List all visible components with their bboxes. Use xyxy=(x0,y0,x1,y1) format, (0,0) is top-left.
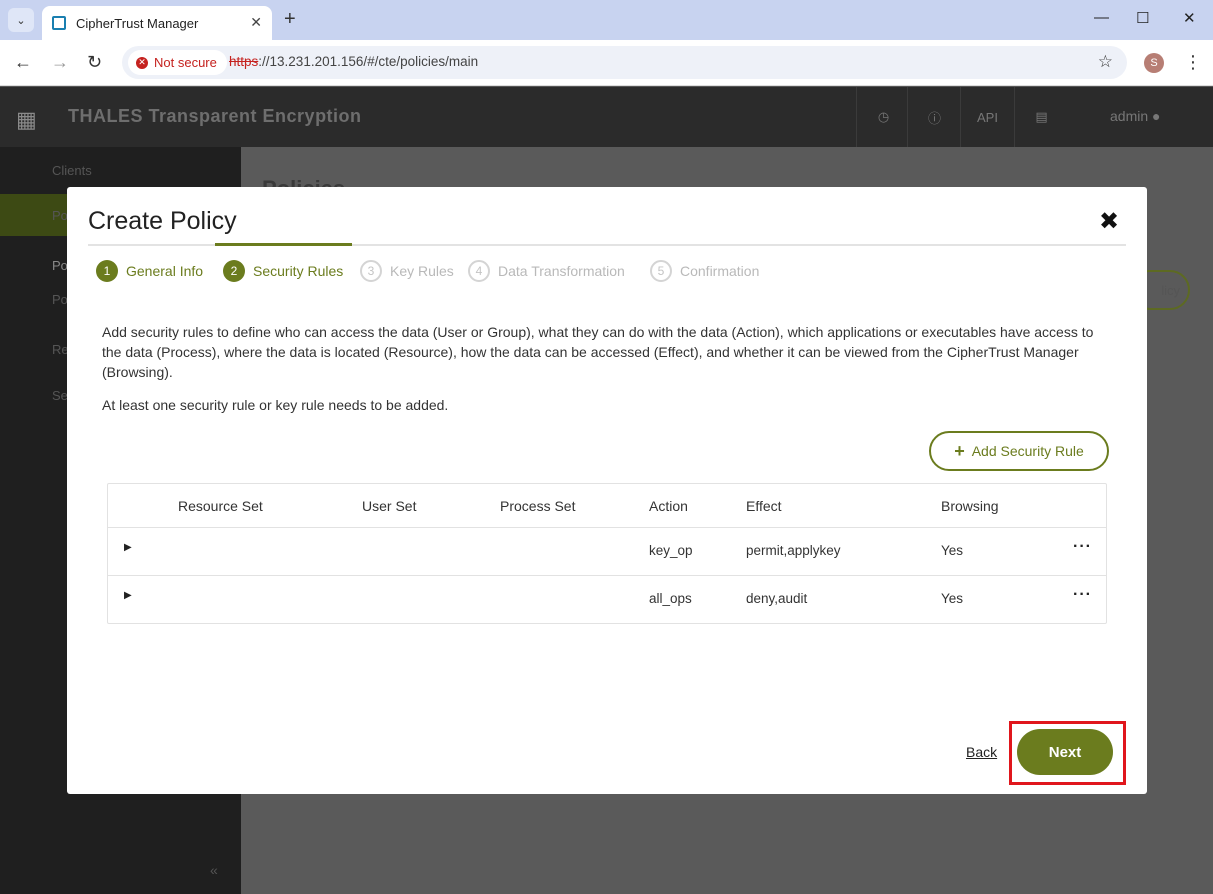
tab-title: CipherTrust Manager xyxy=(76,15,199,31)
security-label: Not secure xyxy=(154,55,217,70)
docs-icon[interactable]: ▤ xyxy=(1014,87,1068,147)
cell-action: key_op xyxy=(649,543,693,558)
column-header-action[interactable]: Action xyxy=(649,498,688,514)
back-arrow-icon[interactable]: ← xyxy=(14,52,32,73)
sidebar-subitem-policies[interactable]: Po xyxy=(52,258,68,273)
sidebar-item-settings[interactable]: Se xyxy=(52,388,68,403)
row-actions-icon[interactable]: ··· xyxy=(1073,586,1092,604)
tab-search-button[interactable]: ⌄ xyxy=(8,8,34,32)
user-icon: ● xyxy=(1152,108,1161,124)
app-grid-icon[interactable]: ▦ xyxy=(16,107,37,133)
minimize-icon[interactable]: — xyxy=(1094,9,1109,26)
column-header-resource-set[interactable]: Resource Set xyxy=(178,498,263,514)
step-number: 1 xyxy=(96,260,118,282)
maximize-icon[interactable]: ☐ xyxy=(1136,9,1149,27)
url-scheme: https xyxy=(229,54,259,69)
step-confirmation[interactable]: 5 Confirmation xyxy=(650,260,759,282)
next-button[interactable]: Next xyxy=(1017,729,1113,775)
column-header-browsing[interactable]: Browsing xyxy=(941,498,999,514)
window-close-icon[interactable]: ✕ xyxy=(1183,9,1196,27)
table-row[interactable]: ▶ key_op permit,applykey Yes ··· xyxy=(108,527,1106,575)
browser-toolbar: ← → ↻ ✕ Not secure https://13.231.201.15… xyxy=(0,40,1213,86)
back-link[interactable]: Back xyxy=(966,744,997,760)
url-path: ://13.231.201.156/#/cte/policies/main xyxy=(258,54,479,69)
security-rules-table: Resource Set User Set Process Set Action… xyxy=(107,483,1107,624)
browser-titlebar: ⌄ CipherTrust Manager ✕ + — ☐ ✕ xyxy=(0,0,1213,40)
step-data-transformation[interactable]: 4 Data Transformation xyxy=(468,260,625,282)
step-label: Confirmation xyxy=(680,263,760,279)
chevron-down-icon: ⌄ xyxy=(16,14,26,27)
tab-close-icon[interactable]: ✕ xyxy=(250,14,262,31)
add-security-rule-label: Add Security Rule xyxy=(971,443,1084,459)
step-number: 3 xyxy=(360,260,382,282)
url-text[interactable]: https://13.231.201.156/#/cte/policies/ma… xyxy=(229,54,478,69)
step-number: 4 xyxy=(468,260,490,282)
sidebar-item-clients[interactable]: Clients xyxy=(52,163,92,178)
requirement-note: At least one security rule or key rule n… xyxy=(102,397,449,413)
stepper-active-indicator xyxy=(215,243,352,246)
favicon-icon xyxy=(52,16,66,30)
profile-avatar[interactable]: S xyxy=(1144,53,1164,73)
security-chip[interactable]: ✕ Not secure xyxy=(128,50,227,75)
reload-icon[interactable]: ↻ xyxy=(87,52,102,73)
forward-arrow-icon[interactable]: → xyxy=(51,52,69,73)
create-policy-dialog: Create Policy ✖ 1 General Info 2 Securit… xyxy=(67,187,1147,794)
user-name: admin xyxy=(1110,108,1149,124)
app-title: THALES Transparent Encryption xyxy=(68,106,362,126)
step-label: Security Rules xyxy=(253,263,344,279)
column-header-effect[interactable]: Effect xyxy=(746,498,782,514)
step-security-rules[interactable]: 2 Security Rules xyxy=(223,260,343,282)
cell-action: all_ops xyxy=(649,591,692,606)
row-actions-icon[interactable]: ··· xyxy=(1073,538,1092,556)
cell-effect: permit,applykey xyxy=(746,543,841,558)
sidebar-item-policies[interactable]: Po xyxy=(52,208,68,223)
bookmark-star-icon[interactable]: ☆ xyxy=(1098,52,1113,72)
app-header: ▦ THALES Transparent Encryption ◷ ⓘ API … xyxy=(0,87,1213,147)
cell-browsing: Yes xyxy=(941,591,964,606)
column-header-user-set[interactable]: User Set xyxy=(362,498,416,514)
dialog-title: Create Policy xyxy=(88,207,237,235)
step-label: Data Transformation xyxy=(498,263,625,279)
plus-icon: + xyxy=(954,440,965,461)
step-general-info[interactable]: 1 General Info xyxy=(96,260,203,282)
expand-caret-icon[interactable]: ▶ xyxy=(124,542,132,553)
sidebar-subitem-policy-2[interactable]: Po xyxy=(52,292,68,307)
browser-menu-icon[interactable]: ⋮ xyxy=(1184,52,1202,73)
step-number: 5 xyxy=(650,260,672,282)
step-number: 2 xyxy=(223,260,245,282)
browser-tab[interactable]: CipherTrust Manager ✕ xyxy=(42,6,272,40)
api-button[interactable]: API xyxy=(960,87,1014,147)
new-tab-button[interactable]: + xyxy=(284,8,296,31)
step-key-rules[interactable]: 3 Key Rules xyxy=(360,260,454,282)
address-bar[interactable]: ✕ Not secure https://13.231.201.156/#/ct… xyxy=(122,46,1127,79)
info-icon[interactable]: ⓘ xyxy=(907,87,961,147)
step-label: General Info xyxy=(126,263,204,279)
table-row[interactable]: ▶ all_ops deny,audit Yes ··· xyxy=(108,575,1106,623)
cell-browsing: Yes xyxy=(941,543,964,558)
collapse-sidebar-icon[interactable]: « xyxy=(210,862,218,878)
add-security-rule-button[interactable]: + Add Security Rule xyxy=(929,431,1109,471)
warning-icon: ✕ xyxy=(136,56,148,69)
close-icon[interactable]: ✖ xyxy=(1099,207,1119,236)
history-icon[interactable]: ◷ xyxy=(856,87,910,147)
step-description: Add security rules to define who can acc… xyxy=(102,324,1094,380)
expand-caret-icon[interactable]: ▶ xyxy=(124,590,132,601)
cell-effect: deny,audit xyxy=(746,591,808,606)
step-label: Key Rules xyxy=(390,263,454,279)
user-menu[interactable]: admin ● xyxy=(1110,108,1161,124)
column-header-process-set[interactable]: Process Set xyxy=(500,498,575,514)
